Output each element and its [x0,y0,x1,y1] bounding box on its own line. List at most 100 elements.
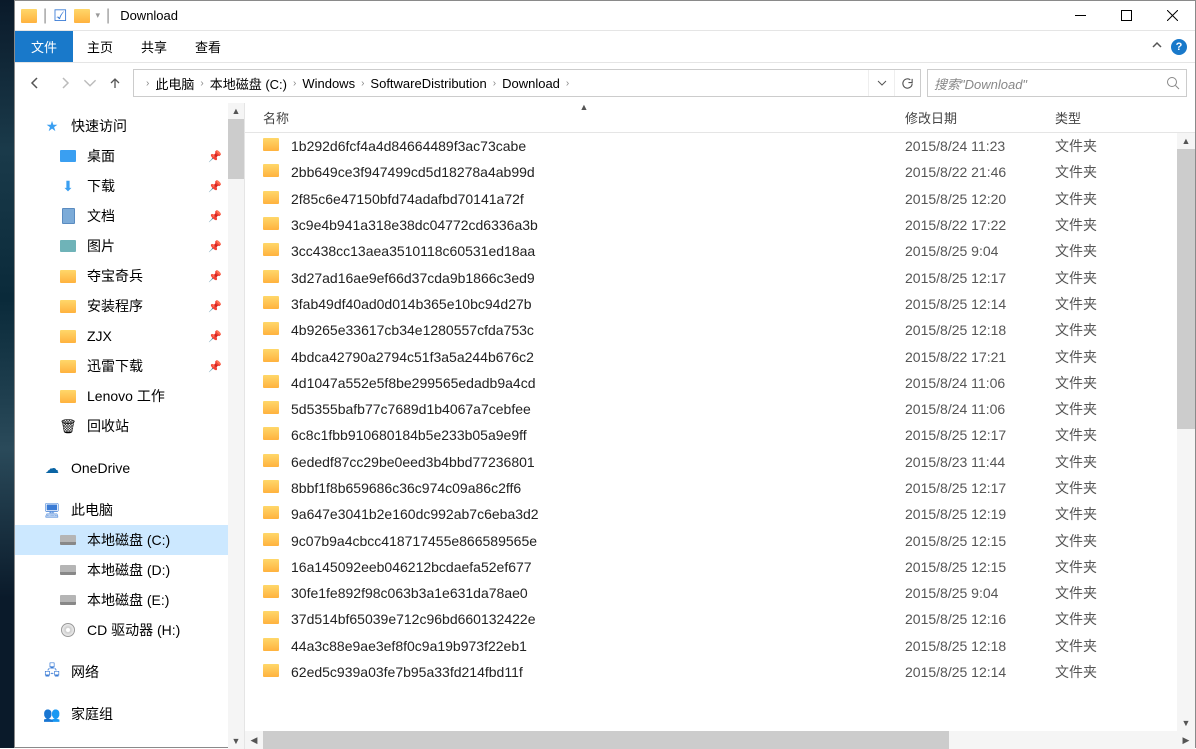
doc-icon [59,207,77,225]
file-row[interactable]: 37d514bf65039e712c96bd660132422e2015/8/2… [245,606,1195,632]
file-row[interactable]: 2bb649ce3f947499cd5d18278a4ab99d2015/8/2… [245,159,1195,185]
file-row[interactable]: 8bbf1f8b659686c36c974c09a86c2ff62015/8/2… [245,475,1195,501]
file-row[interactable]: 5d5355bafb77c7689d1b4067a7cebfee2015/8/2… [245,396,1195,422]
scroll-thumb[interactable] [1177,149,1195,429]
help-icon[interactable]: ? [1171,39,1187,55]
recycle-icon: 🗑 [59,417,77,435]
chevron-right-icon[interactable]: › [491,78,498,89]
file-type: 文件夹 [1055,583,1195,603]
sidebar-drive[interactable]: 本地磁盘 (C:) [15,525,244,555]
scroll-right-icon[interactable]: ▶ [1177,731,1195,749]
file-type: 文件夹 [1055,162,1195,182]
forward-button[interactable] [53,71,77,95]
qat-dropdown-icon[interactable]: ▾ [96,10,101,21]
ribbon-tab[interactable]: 共享 [127,31,181,62]
ribbon-tab[interactable]: 主页 [73,31,127,62]
file-row[interactable]: 4d1047a552e5f8be299565edadb9a4cd2015/8/2… [245,370,1195,396]
file-row[interactable]: 3cc438cc13aea3510118c60531ed18aa2015/8/2… [245,238,1195,264]
breadcrumb-segment[interactable]: Windows [298,76,359,91]
file-row[interactable]: 9a647e3041b2e160dc992ab7c6eba3d22015/8/2… [245,501,1195,527]
desktop-icon [59,147,77,165]
sidebar-quick-access[interactable]: ★快速访问 [15,111,244,141]
close-button[interactable] [1149,1,1195,31]
sidebar-scrollbar[interactable]: ▲ ▼ [228,103,244,749]
sidebar-item[interactable]: Lenovo 工作 [15,381,244,411]
column-date[interactable]: 修改日期 [905,108,1055,127]
horizontal-scrollbar[interactable]: ◀ ▶ [245,731,1195,749]
sidebar-item[interactable]: 🗑回收站 [15,411,244,441]
breadcrumb-segment[interactable]: SoftwareDistribution [366,76,490,91]
file-row[interactable]: 16a145092eeb046212bcdaefa52ef6772015/8/2… [245,554,1195,580]
file-row[interactable]: 3c9e4b941a318e38dc04772cd6336a3b2015/8/2… [245,212,1195,238]
sidebar-drive[interactable]: 本地磁盘 (D:) [15,555,244,585]
sidebar-this-pc[interactable]: 🖥此电脑 [15,495,244,525]
sidebar-item[interactable]: 文档📌 [15,201,244,231]
recent-dropdown[interactable] [83,71,97,95]
sidebar-homegroup[interactable]: 👥家庭组 [15,699,244,729]
file-row[interactable]: 2f85c6e47150bfd74adafbd70141a72f2015/8/2… [245,186,1195,212]
scroll-left-icon[interactable]: ◀ [245,731,263,749]
maximize-button[interactable] [1103,1,1149,31]
file-row[interactable]: 3d27ad16ae9ef66d37cda9b1866c3ed92015/8/2… [245,264,1195,290]
file-row[interactable]: 6ededf87cc29be0eed3b4bbd772368012015/8/2… [245,449,1195,475]
ribbon-collapse-button[interactable] [1151,38,1163,56]
file-name: 3d27ad16ae9ef66d37cda9b1866c3ed9 [291,270,905,286]
sidebar-drive[interactable]: CD 驱动器 (H:) [15,615,244,645]
breadcrumb-segment[interactable]: 此电脑 [151,74,198,93]
qat-properties-icon[interactable]: ☑ [53,6,67,26]
column-name[interactable]: ▲名称 [263,108,905,127]
up-button[interactable] [103,71,127,95]
ribbon-tab[interactable]: 查看 [181,31,235,62]
sidebar-item[interactable]: 安装程序📌 [15,291,244,321]
sidebar-item[interactable]: 迅雷下载📌 [15,351,244,381]
file-row[interactable]: 44a3c88e9ae3ef8f0c9a19b973f22eb12015/8/2… [245,633,1195,659]
file-row[interactable]: 3fab49df40ad0d014b365e10bc94d27b2015/8/2… [245,291,1195,317]
file-date: 2015/8/25 9:04 [905,243,1055,259]
scroll-up-icon[interactable]: ▲ [1177,133,1195,149]
folder-icon [263,217,281,233]
file-tab[interactable]: 文件 [15,31,73,62]
file-row[interactable]: 9c07b9a4cbcc418717455e866589565e2015/8/2… [245,527,1195,553]
chevron-right-icon[interactable]: › [198,78,205,89]
file-row[interactable]: 4bdca42790a2794c51f3a5a244b676c22015/8/2… [245,343,1195,369]
file-row[interactable]: 62ed5c939a03fe7b95a33fd214fbd11f2015/8/2… [245,659,1195,685]
scroll-thumb[interactable] [263,731,949,749]
file-view: ▲名称 修改日期 类型 ▲ ▼ 1b292d6fcf4a4d84664489f3… [245,103,1195,749]
folder-icon [263,480,281,496]
file-date: 2015/8/25 12:17 [905,427,1055,443]
sidebar-item[interactable]: 图片📌 [15,231,244,261]
sidebar-item[interactable]: 桌面📌 [15,141,244,171]
scroll-down-icon[interactable]: ▼ [1177,715,1195,731]
vertical-scrollbar[interactable]: ▲ ▼ [1177,133,1195,731]
column-type[interactable]: 类型 [1055,108,1195,127]
breadcrumb-segment[interactable]: 本地磁盘 (C:) [206,74,291,93]
breadcrumb-segment[interactable]: Download [498,76,564,91]
sidebar-network[interactable]: 🖧网络 [15,657,244,687]
back-button[interactable] [23,71,47,95]
minimize-button[interactable] [1057,1,1103,31]
chevron-right-icon[interactable]: › [359,78,366,89]
scroll-down-icon[interactable]: ▼ [228,733,244,749]
qat-newfolder-icon[interactable] [74,9,90,23]
file-date: 2015/8/22 17:21 [905,349,1055,365]
file-name: 9a647e3041b2e160dc992ab7c6eba3d2 [291,506,905,522]
file-row[interactable]: 6c8c1fbb910680184b5e233b05a9e9ff2015/8/2… [245,422,1195,448]
scroll-thumb[interactable] [228,119,244,179]
file-row[interactable]: 30fe1fe892f98c063b3a1e631da78ae02015/8/2… [245,580,1195,606]
address-bar[interactable]: › 此电脑›本地磁盘 (C:)›Windows›SoftwareDistribu… [133,69,921,97]
file-row[interactable]: 1b292d6fcf4a4d84664489f3ac73cabe2015/8/2… [245,133,1195,159]
ribbon: 文件 主页共享查看 ? [15,31,1195,63]
file-row[interactable]: 4b9265e33617cb34e1280557cfda753c2015/8/2… [245,317,1195,343]
address-dropdown[interactable] [868,70,894,96]
sidebar-item[interactable]: 夺宝奇兵📌 [15,261,244,291]
chevron-right-icon[interactable]: › [291,78,298,89]
sidebar-item[interactable]: ⬇下载📌 [15,171,244,201]
chevron-right-icon[interactable]: › [564,78,571,89]
crumb-sep[interactable]: › [144,78,151,89]
sidebar-onedrive[interactable]: ☁OneDrive [15,453,244,483]
refresh-button[interactable] [894,70,920,96]
sidebar-item[interactable]: ZJX📌 [15,321,244,351]
sidebar-drive[interactable]: 本地磁盘 (E:) [15,585,244,615]
scroll-up-icon[interactable]: ▲ [228,103,244,119]
search-box[interactable]: 搜索"Download" [927,69,1187,97]
